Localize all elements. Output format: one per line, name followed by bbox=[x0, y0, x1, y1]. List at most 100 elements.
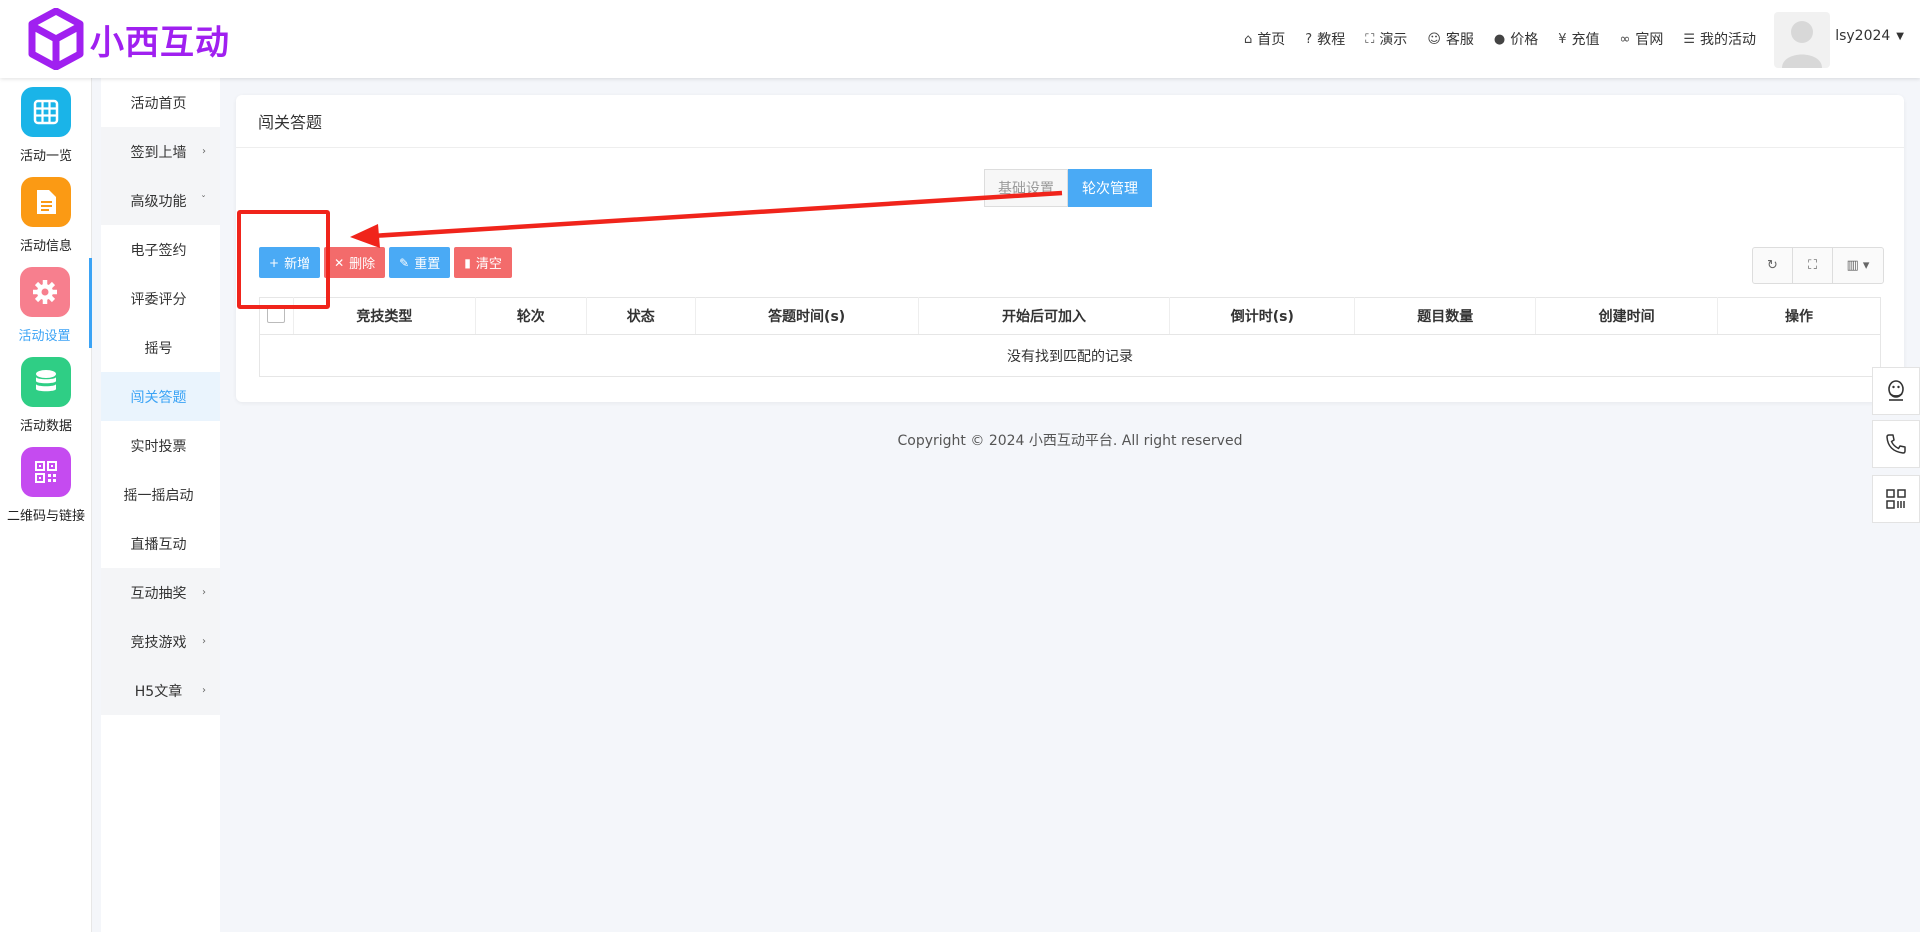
nav-tutorial[interactable]: ? 教程 bbox=[1305, 29, 1345, 49]
submenu-live-interaction[interactable]: 直播互动 bbox=[101, 519, 220, 568]
rounds-table: 竞技类型 轮次 状态 答题时间(s) 开始后可加入 倒计时(s) 题目数量 创建… bbox=[259, 297, 1881, 377]
column-header[interactable]: 操作 bbox=[1717, 297, 1881, 335]
submenu-label: 高级功能 bbox=[130, 193, 187, 210]
empty-row: 没有找到匹配的记录 bbox=[260, 335, 1881, 377]
expand-icon: ⛶ bbox=[1365, 31, 1375, 47]
column-header[interactable]: 竞技类型 bbox=[293, 297, 476, 335]
caret-down-icon: ▼ bbox=[1896, 30, 1904, 42]
chevron-right-icon: › bbox=[202, 636, 206, 647]
submenu-checkin-wall[interactable]: 签到上墙 › bbox=[101, 127, 220, 176]
button-label: 删除 bbox=[349, 257, 376, 272]
column-header[interactable]: 轮次 bbox=[475, 297, 587, 335]
link-icon: ∞ bbox=[1619, 31, 1631, 47]
avatar[interactable] bbox=[1774, 12, 1830, 68]
nav-label: 官网 bbox=[1635, 32, 1664, 48]
delete-button[interactable]: ✕ 删除 bbox=[324, 247, 386, 278]
columns-toggle-icon[interactable]: ▥ ▾ bbox=[1833, 248, 1883, 283]
empty-message: 没有找到匹配的记录 bbox=[1007, 348, 1133, 365]
nav-recharge[interactable]: ¥ 充值 bbox=[1558, 29, 1599, 49]
qrcode-small-icon bbox=[1886, 489, 1906, 509]
tab-basic-settings[interactable]: 基础设置 bbox=[984, 169, 1068, 207]
trash-icon: ▮ bbox=[464, 255, 471, 270]
add-button[interactable]: + 新增 bbox=[259, 247, 321, 278]
nav-label: 充值 bbox=[1571, 32, 1600, 48]
nav-my-activities[interactable]: ☰ 我的活动 bbox=[1683, 29, 1756, 49]
rail-item-settings[interactable]: 活动设置 bbox=[0, 258, 92, 348]
copyright-text: Copyright © 2024 小西互动平台. All right reser… bbox=[897, 433, 1243, 449]
submenu-label: 实时投票 bbox=[130, 438, 187, 455]
column-header[interactable]: 创建时间 bbox=[1535, 297, 1719, 335]
fullscreen-icon[interactable]: ⛶ bbox=[1793, 248, 1833, 283]
submenu-advanced[interactable]: 高级功能 ˇ bbox=[101, 176, 220, 225]
column-header[interactable]: 题目数量 bbox=[1354, 297, 1537, 335]
submenu-label: 评委评分 bbox=[130, 291, 187, 308]
phone-contact-button[interactable] bbox=[1872, 420, 1920, 468]
grid-icon bbox=[21, 87, 71, 137]
submenu-label: 闯关答题 bbox=[130, 389, 187, 406]
submenu-lottery-number[interactable]: 摇号 bbox=[101, 323, 220, 372]
column-header[interactable]: 答题时间(s) bbox=[695, 297, 919, 335]
button-label: 清空 bbox=[475, 257, 502, 272]
nav-home[interactable]: ⌂ 首页 bbox=[1244, 29, 1285, 49]
rail-item-overview[interactable]: 活动一览 bbox=[0, 78, 92, 168]
rail-item-info[interactable]: 活动信息 bbox=[0, 168, 92, 258]
settings-tabs: 基础设置 轮次管理 bbox=[984, 169, 1152, 207]
submenu-label: 竞技游戏 bbox=[130, 634, 187, 651]
button-label: 新增 bbox=[284, 257, 311, 272]
clear-button[interactable]: ▮ 清空 bbox=[454, 247, 512, 278]
submenu-live-vote[interactable]: 实时投票 bbox=[101, 421, 220, 470]
tab-round-management[interactable]: 轮次管理 bbox=[1068, 169, 1152, 207]
submenu-label: 电子签约 bbox=[130, 242, 187, 259]
submenu-quiz[interactable]: 闯关答题 bbox=[101, 372, 220, 421]
table-header-row: 竞技类型 轮次 状态 答题时间(s) 开始后可加入 倒计时(s) 题目数量 创建… bbox=[259, 297, 1881, 335]
brand-name: 小西互动 bbox=[90, 22, 230, 63]
qq-penguin-icon bbox=[1888, 380, 1904, 401]
column-header[interactable]: 状态 bbox=[586, 297, 696, 335]
plus-icon: + bbox=[269, 255, 280, 270]
submenu-activity-home[interactable]: 活动首页 bbox=[101, 78, 220, 127]
chevron-right-icon: › bbox=[202, 685, 206, 696]
rail-item-data[interactable]: 活动数据 bbox=[0, 348, 92, 438]
submenu-e-sign[interactable]: 电子签约 bbox=[101, 225, 220, 274]
rail-label: 活动一览 bbox=[19, 149, 72, 164]
nav-price[interactable]: ● 价格 bbox=[1494, 29, 1538, 49]
rail-label: 活动数据 bbox=[19, 419, 72, 434]
submenu-judge-score[interactable]: 评委评分 bbox=[101, 274, 220, 323]
button-label: 重置 bbox=[414, 257, 441, 272]
chevron-right-icon: › bbox=[202, 146, 206, 157]
select-all-checkbox[interactable] bbox=[267, 305, 286, 323]
main-card: 闯关答题 基础设置 轮次管理 + 新增 ✕ 删除 ✎ 重置 ▮ 清空 ↻ ⛶ ▥ ▾ 竞… bbox=[236, 95, 1904, 402]
nav-official[interactable]: ∞ 官网 bbox=[1620, 29, 1664, 49]
nav-label: 教程 bbox=[1317, 32, 1346, 48]
qrcode-float-button[interactable] bbox=[1872, 475, 1920, 523]
page-title: 闯关答题 bbox=[236, 95, 1904, 148]
qrcode-icon bbox=[21, 447, 71, 497]
eraser-icon: ✎ bbox=[399, 255, 410, 270]
submenu-h5-article[interactable]: H5文章 › bbox=[101, 666, 220, 715]
column-header[interactable]: 倒计时(s) bbox=[1169, 297, 1356, 335]
brand-logo[interactable]: 小西互动 bbox=[28, 8, 230, 70]
username-text: lsy2024 bbox=[1835, 28, 1891, 44]
top-nav: ⌂ 首页 ? 教程 ⛶ 演示 ☺ 客服 ● 价格 ¥ 充值 ∞ 官网 ☰ 我的活动 bbox=[1224, 0, 1756, 78]
nav-demo[interactable]: ⛶ 演示 bbox=[1365, 29, 1407, 49]
column-header[interactable]: 开始后可加入 bbox=[918, 297, 1171, 335]
nav-service[interactable]: ☺ 客服 bbox=[1427, 29, 1474, 49]
submenu-games[interactable]: 竞技游戏 › bbox=[101, 617, 220, 666]
reset-button[interactable]: ✎ 重置 bbox=[389, 247, 451, 278]
smile-icon: ☺ bbox=[1427, 31, 1441, 47]
refresh-icon[interactable]: ↻ bbox=[1753, 248, 1793, 283]
rail-item-qrcode[interactable]: 二维码与链接 bbox=[0, 438, 92, 528]
submenu-label: 活动首页 bbox=[130, 95, 187, 112]
submenu-label: H5文章 bbox=[134, 683, 183, 700]
submenu-shake-start[interactable]: 摇一摇启动 bbox=[101, 470, 220, 519]
database-icon bbox=[21, 357, 71, 407]
top-header: 小西互动 ⌂ 首页 ? 教程 ⛶ 演示 ☺ 客服 ● 价格 ¥ 充值 ∞ 官网 ☰ 我的活动 l… bbox=[0, 0, 1920, 78]
qq-contact-button[interactable] bbox=[1872, 367, 1920, 415]
user-menu[interactable]: lsy2024 ▼ bbox=[1835, 28, 1904, 44]
submenu-lucky-draw[interactable]: 互动抽奖 › bbox=[101, 568, 220, 617]
nav-label: 价格 bbox=[1510, 32, 1539, 48]
rail-label: 活动设置 bbox=[18, 329, 71, 344]
table-toolbar: + 新增 ✕ 删除 ✎ 重置 ▮ 清空 bbox=[259, 247, 516, 278]
info-icon: ● bbox=[1493, 31, 1506, 47]
rail-label: 二维码与链接 bbox=[6, 509, 85, 524]
